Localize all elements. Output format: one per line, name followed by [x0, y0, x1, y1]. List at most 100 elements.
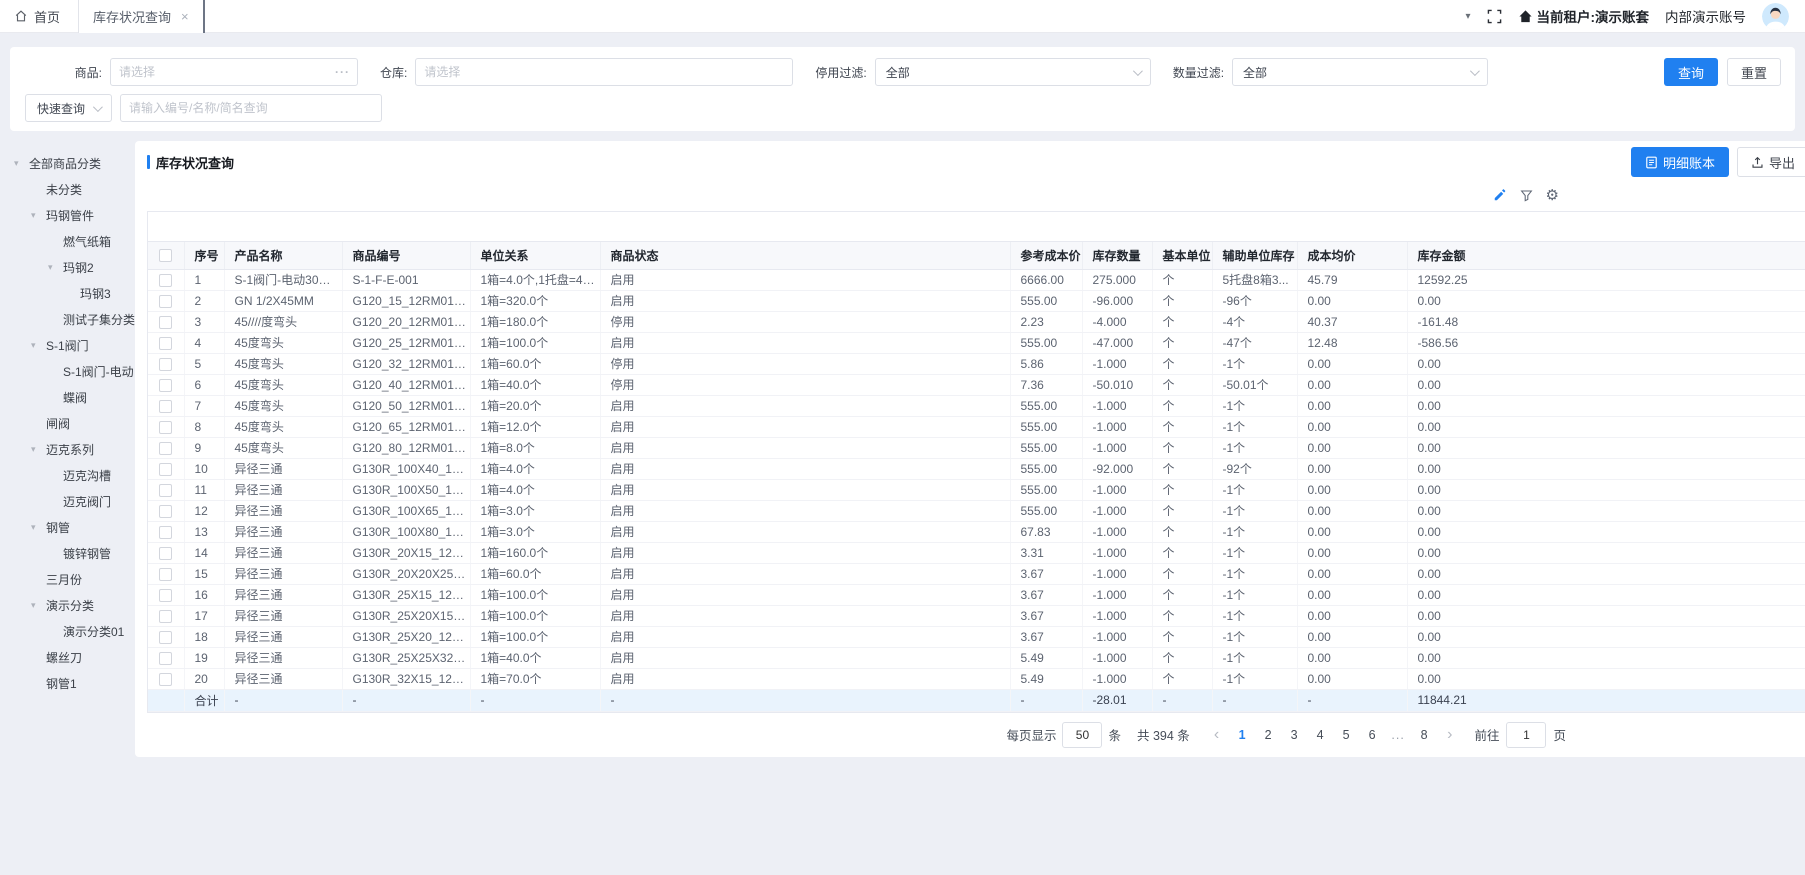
select-all-checkbox[interactable]: [148, 242, 184, 269]
col-base-unit[interactable]: 基本单位: [1152, 242, 1212, 269]
tree-item[interactable]: 三月份: [0, 566, 135, 592]
pager-page[interactable]: 5: [1333, 722, 1359, 748]
cell: 异径三通: [224, 500, 342, 521]
cell: 个: [1152, 458, 1212, 479]
row-checkbox[interactable]: [148, 605, 184, 626]
row-checkbox[interactable]: [148, 479, 184, 500]
cell: -92个: [1212, 458, 1297, 479]
pager-page[interactable]: 2: [1255, 722, 1281, 748]
tree-item[interactable]: 镀锌钢管: [0, 540, 135, 566]
tab-close-icon[interactable]: ×: [181, 9, 189, 24]
row-checkbox[interactable]: [148, 395, 184, 416]
cell: -1.000: [1082, 626, 1152, 647]
product-filter-input[interactable]: [110, 58, 358, 86]
user-avatar[interactable]: [1762, 3, 1789, 30]
collapse-caret-icon[interactable]: ▾: [1465, 11, 1470, 22]
row-checkbox[interactable]: [148, 374, 184, 395]
expand-arrow-icon[interactable]: ▾: [14, 158, 29, 169]
search-button[interactable]: 查询: [1664, 58, 1718, 86]
expand-arrow-icon[interactable]: ▾: [31, 600, 46, 611]
tenant-info[interactable]: 当前租户:演示账套: [1518, 6, 1650, 26]
expand-arrow-icon[interactable]: ▾: [31, 522, 46, 533]
pager-page[interactable]: 1: [1229, 722, 1255, 748]
tree-item[interactable]: 未分类: [0, 176, 135, 202]
fullscreen-icon[interactable]: [1487, 9, 1502, 24]
col-stock-amount[interactable]: 库存金额: [1407, 242, 1805, 269]
tree-item[interactable]: 蝶阀: [0, 384, 135, 410]
col-seq[interactable]: 序号: [184, 242, 224, 269]
row-checkbox[interactable]: [148, 269, 184, 290]
quick-query-dropdown[interactable]: 快速查询: [25, 94, 112, 122]
col-unit-relation[interactable]: 单位关系: [470, 242, 600, 269]
tree-item[interactable]: 玛钢3: [0, 280, 135, 306]
expand-arrow-icon[interactable]: ▾: [31, 340, 46, 351]
tree-item[interactable]: 螺丝刀: [0, 644, 135, 670]
tree-item[interactable]: ▾演示分类: [0, 592, 135, 618]
tree-item-label: 玛钢2: [63, 259, 94, 276]
pager-page[interactable]: 3: [1281, 722, 1307, 748]
expand-arrow-icon[interactable]: ▾: [48, 262, 63, 273]
tree-item[interactable]: 钢管1: [0, 670, 135, 696]
row-checkbox[interactable]: [148, 668, 184, 689]
col-aux-unit-stock[interactable]: 辅助单位库存: [1212, 242, 1297, 269]
col-stock-qty[interactable]: 库存数量: [1082, 242, 1152, 269]
ledger-button[interactable]: 明细账本: [1631, 147, 1729, 177]
row-checkbox[interactable]: [148, 458, 184, 479]
next-page-icon[interactable]: ›: [1443, 726, 1456, 744]
expand-arrow-icon[interactable]: ▾: [31, 444, 46, 455]
row-checkbox[interactable]: [148, 311, 184, 332]
col-ref-cost[interactable]: 参考成本价: [1010, 242, 1082, 269]
row-checkbox[interactable]: [148, 521, 184, 542]
tree-item[interactable]: ▾钢管: [0, 514, 135, 540]
row-checkbox[interactable]: [148, 332, 184, 353]
per-page-input[interactable]: [1062, 722, 1102, 748]
pager-page[interactable]: 6: [1359, 722, 1385, 748]
row-checkbox[interactable]: [148, 500, 184, 521]
tree-item[interactable]: 迈克沟槽: [0, 462, 135, 488]
account-name[interactable]: 内部演示账号: [1665, 6, 1746, 26]
export-button[interactable]: 导出: [1737, 147, 1805, 177]
settings-gear-icon[interactable]: ⚙: [1546, 188, 1559, 203]
pager-ellipsis[interactable]: ...: [1385, 722, 1411, 748]
tree-item[interactable]: ▾迈克系列: [0, 436, 135, 462]
expand-arrow-icon[interactable]: ▾: [31, 210, 46, 221]
warehouse-filter-input[interactable]: [415, 58, 793, 86]
tree-item[interactable]: 燃气纸箱: [0, 228, 135, 254]
tree-item[interactable]: ▾玛钢2: [0, 254, 135, 280]
col-product-code[interactable]: 商品编号: [342, 242, 470, 269]
tree-item[interactable]: 迈克阀门: [0, 488, 135, 514]
disabled-filter-select[interactable]: 全部: [875, 58, 1151, 86]
row-checkbox[interactable]: [148, 647, 184, 668]
home-nav[interactable]: 首页: [0, 7, 78, 26]
tree-item[interactable]: ▾全部商品分类: [0, 150, 135, 176]
col-avg-cost[interactable]: 成本均价: [1297, 242, 1407, 269]
row-checkbox[interactable]: [148, 626, 184, 647]
data-grid: 序号 产品名称 商品编号 单位关系 商品状态 参考成本价 库存数量 基本单位 辅…: [147, 211, 1805, 713]
tree-item[interactable]: 测试子集分类: [0, 306, 135, 332]
row-checkbox[interactable]: [148, 290, 184, 311]
col-product-name[interactable]: 产品名称: [224, 242, 342, 269]
goto-page-input[interactable]: [1506, 722, 1546, 748]
row-checkbox[interactable]: [148, 542, 184, 563]
product-picker-icon[interactable]: ···: [335, 65, 350, 79]
row-checkbox[interactable]: [148, 353, 184, 374]
quick-query-input[interactable]: [120, 94, 382, 122]
row-checkbox[interactable]: [148, 416, 184, 437]
tree-item[interactable]: 演示分类01: [0, 618, 135, 644]
row-checkbox[interactable]: [148, 584, 184, 605]
prev-page-icon[interactable]: ‹: [1210, 726, 1223, 744]
qty-filter-select[interactable]: 全部: [1232, 58, 1488, 86]
tree-item[interactable]: S-1阀门-电动: [0, 358, 135, 384]
col-status[interactable]: 商品状态: [600, 242, 1010, 269]
filter-funnel-icon[interactable]: [1520, 189, 1533, 202]
tree-item[interactable]: 闸阀: [0, 410, 135, 436]
reset-button[interactable]: 重置: [1727, 58, 1781, 86]
pager-page[interactable]: 8: [1411, 722, 1437, 748]
tab-inventory-status[interactable]: 库存状况查询 ×: [78, 0, 205, 33]
row-checkbox[interactable]: [148, 563, 184, 584]
row-checkbox[interactable]: [148, 437, 184, 458]
pager-page[interactable]: 4: [1307, 722, 1333, 748]
edit-pencil-icon[interactable]: [1493, 188, 1507, 202]
tree-item[interactable]: ▾玛钢管件: [0, 202, 135, 228]
tree-item[interactable]: ▾S-1阀门: [0, 332, 135, 358]
